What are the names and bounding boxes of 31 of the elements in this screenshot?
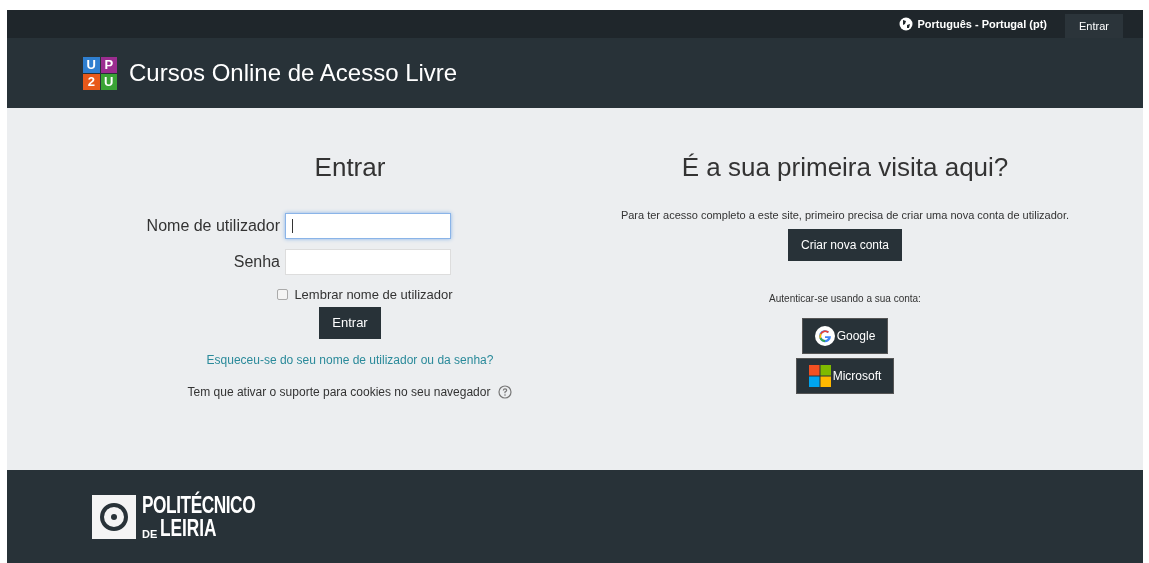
logo-tile: P — [100, 56, 117, 73]
remember-label: Lembrar nome de utilizador — [294, 286, 453, 304]
logo-icon — [92, 494, 136, 539]
language-menu[interactable]: Português - Portugal (pt) — [917, 15, 1048, 33]
login-heading: Entrar — [314, 151, 386, 184]
remember-checkbox[interactable] — [277, 289, 289, 301]
logo-text: LEIRIA — [160, 516, 217, 540]
login-submit-button[interactable]: Entrar — [319, 306, 381, 339]
windows-logo-icon — [808, 365, 831, 387]
sign-in-button[interactable]: Google — [801, 318, 889, 354]
auth-label: Autenticar-se usando a sua conta: — [769, 292, 921, 306]
logo-text: DE — [142, 528, 158, 540]
sign-in-button[interactable]: Microsoft — [795, 358, 895, 394]
cookies-note: Tem que ativar o suporte para cookies no seu navegador — [187, 383, 491, 401]
input-field[interactable] — [285, 213, 451, 239]
logo-tile: U — [83, 56, 100, 73]
login-button[interactable]: Entrar — [1065, 14, 1123, 38]
site-title[interactable]: Cursos Online de Acesso Livre — [129, 55, 458, 91]
logo-tile: U — [100, 73, 117, 90]
logo-text: POLITÉCNICO — [142, 493, 256, 517]
help-icon[interactable] — [498, 384, 513, 399]
signup-heading: É a sua primeira visita aqui? — [681, 151, 1009, 184]
input-field[interactable] — [285, 249, 451, 275]
field-label: Nome de utilizador — [145, 216, 280, 236]
globe-icon — [899, 17, 914, 31]
create-account-button[interactable]: Criar nova conta — [787, 229, 902, 261]
signup-description: Para ter acesso completo a este site, primeiro precisa de criar uma nova conta de utilizador. — [619, 208, 1071, 223]
field-label: Senha — [232, 252, 280, 272]
logo-tile: 2 — [83, 73, 100, 90]
forgot-password-link[interactable]: Esqueceu-se do seu nome de utilizador ou da senha? — [206, 350, 494, 369]
google-icon — [814, 326, 835, 346]
